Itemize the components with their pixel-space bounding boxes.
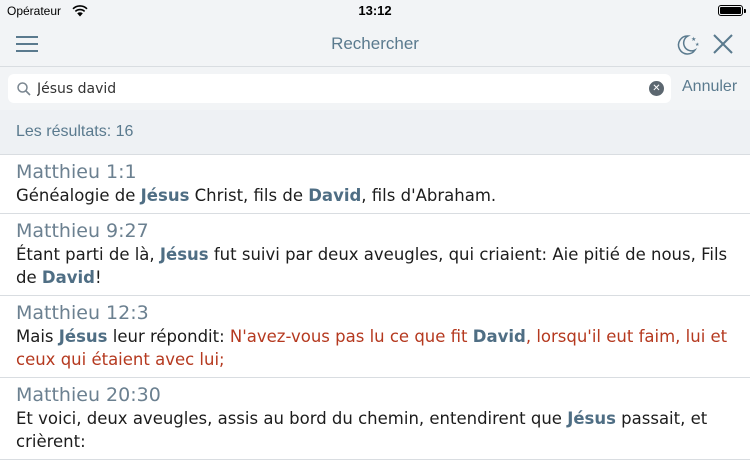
highlight-match: Jésus: [140, 186, 190, 205]
list-item[interactable]: Matthieu 12:3 Mais Jésus leur répondit: …: [0, 296, 750, 378]
list-item[interactable]: Matthieu 20:30 Et voici, deux aveugles, …: [0, 378, 750, 460]
verse-part: !: [94, 268, 102, 287]
search-bar: ✕ Annuler: [0, 67, 750, 110]
status-time: 13:12: [358, 3, 392, 18]
search-input[interactable]: [37, 74, 637, 103]
verse-text: Généalogie de Jésus Christ, fils de Davi…: [16, 184, 734, 207]
cancel-button[interactable]: Annuler: [682, 78, 737, 96]
moon-stars-icon[interactable]: ★ ★: [674, 31, 700, 57]
verse-part: Christ, fils de: [189, 186, 309, 205]
verse-text: Mais Jésus leur répondit: N'avez-vous pa…: [16, 325, 734, 371]
verse-reference: Matthieu 1:1: [16, 161, 137, 183]
highlight-match: Jésus: [159, 245, 209, 264]
results-header: Les résultats: 16: [0, 110, 750, 155]
verse-part: Mais: [16, 327, 59, 346]
list-item[interactable]: Matthieu 9:27 Étant parti de là, Jésus f…: [0, 214, 750, 296]
page-title: Rechercher: [331, 34, 419, 53]
verse-text: Étant parti de là, Jésus fut suivi par d…: [16, 243, 734, 289]
verse-text: Et voici, deux aveugles, assis au bord d…: [16, 407, 734, 453]
verse-reference: Matthieu 9:27: [16, 220, 149, 242]
highlight-match: Jésus: [567, 409, 616, 428]
status-bar: Opérateur 13:12: [0, 0, 750, 22]
navigation-bar: Rechercher ★ ★: [0, 22, 750, 67]
highlight-match: David: [308, 186, 362, 205]
close-icon[interactable]: [712, 33, 734, 55]
verse-part: , fils d'Abraham.: [361, 186, 497, 205]
clear-search-icon[interactable]: ✕: [649, 81, 664, 96]
verse-part: Étant parti de là,: [16, 245, 160, 264]
verse-part: Généalogie de: [16, 186, 141, 205]
highlight-match: Jésus: [58, 327, 108, 346]
verse-part: leur répondit:: [107, 327, 230, 346]
verse-part: Et voici, deux aveugles, assis au bord d…: [16, 409, 568, 428]
search-icon: [17, 82, 31, 96]
verse-part: N'avez-vous pas lu ce que fit: [229, 327, 473, 346]
list-item[interactable]: Matthieu 1:1 Généalogie de Jésus Christ,…: [0, 155, 750, 214]
search-field[interactable]: ✕: [8, 74, 671, 103]
verse-reference: Matthieu 20:30: [16, 384, 161, 406]
svg-text:★: ★: [695, 42, 700, 48]
highlight-match: David: [472, 327, 526, 346]
verse-reference: Matthieu 12:3: [16, 302, 149, 324]
results-list: Matthieu 1:1 Généalogie de Jésus Christ,…: [0, 155, 750, 460]
battery-icon: [718, 5, 746, 16]
highlight-match: David: [41, 268, 95, 287]
results-count: Les résultats: 16: [16, 123, 134, 140]
